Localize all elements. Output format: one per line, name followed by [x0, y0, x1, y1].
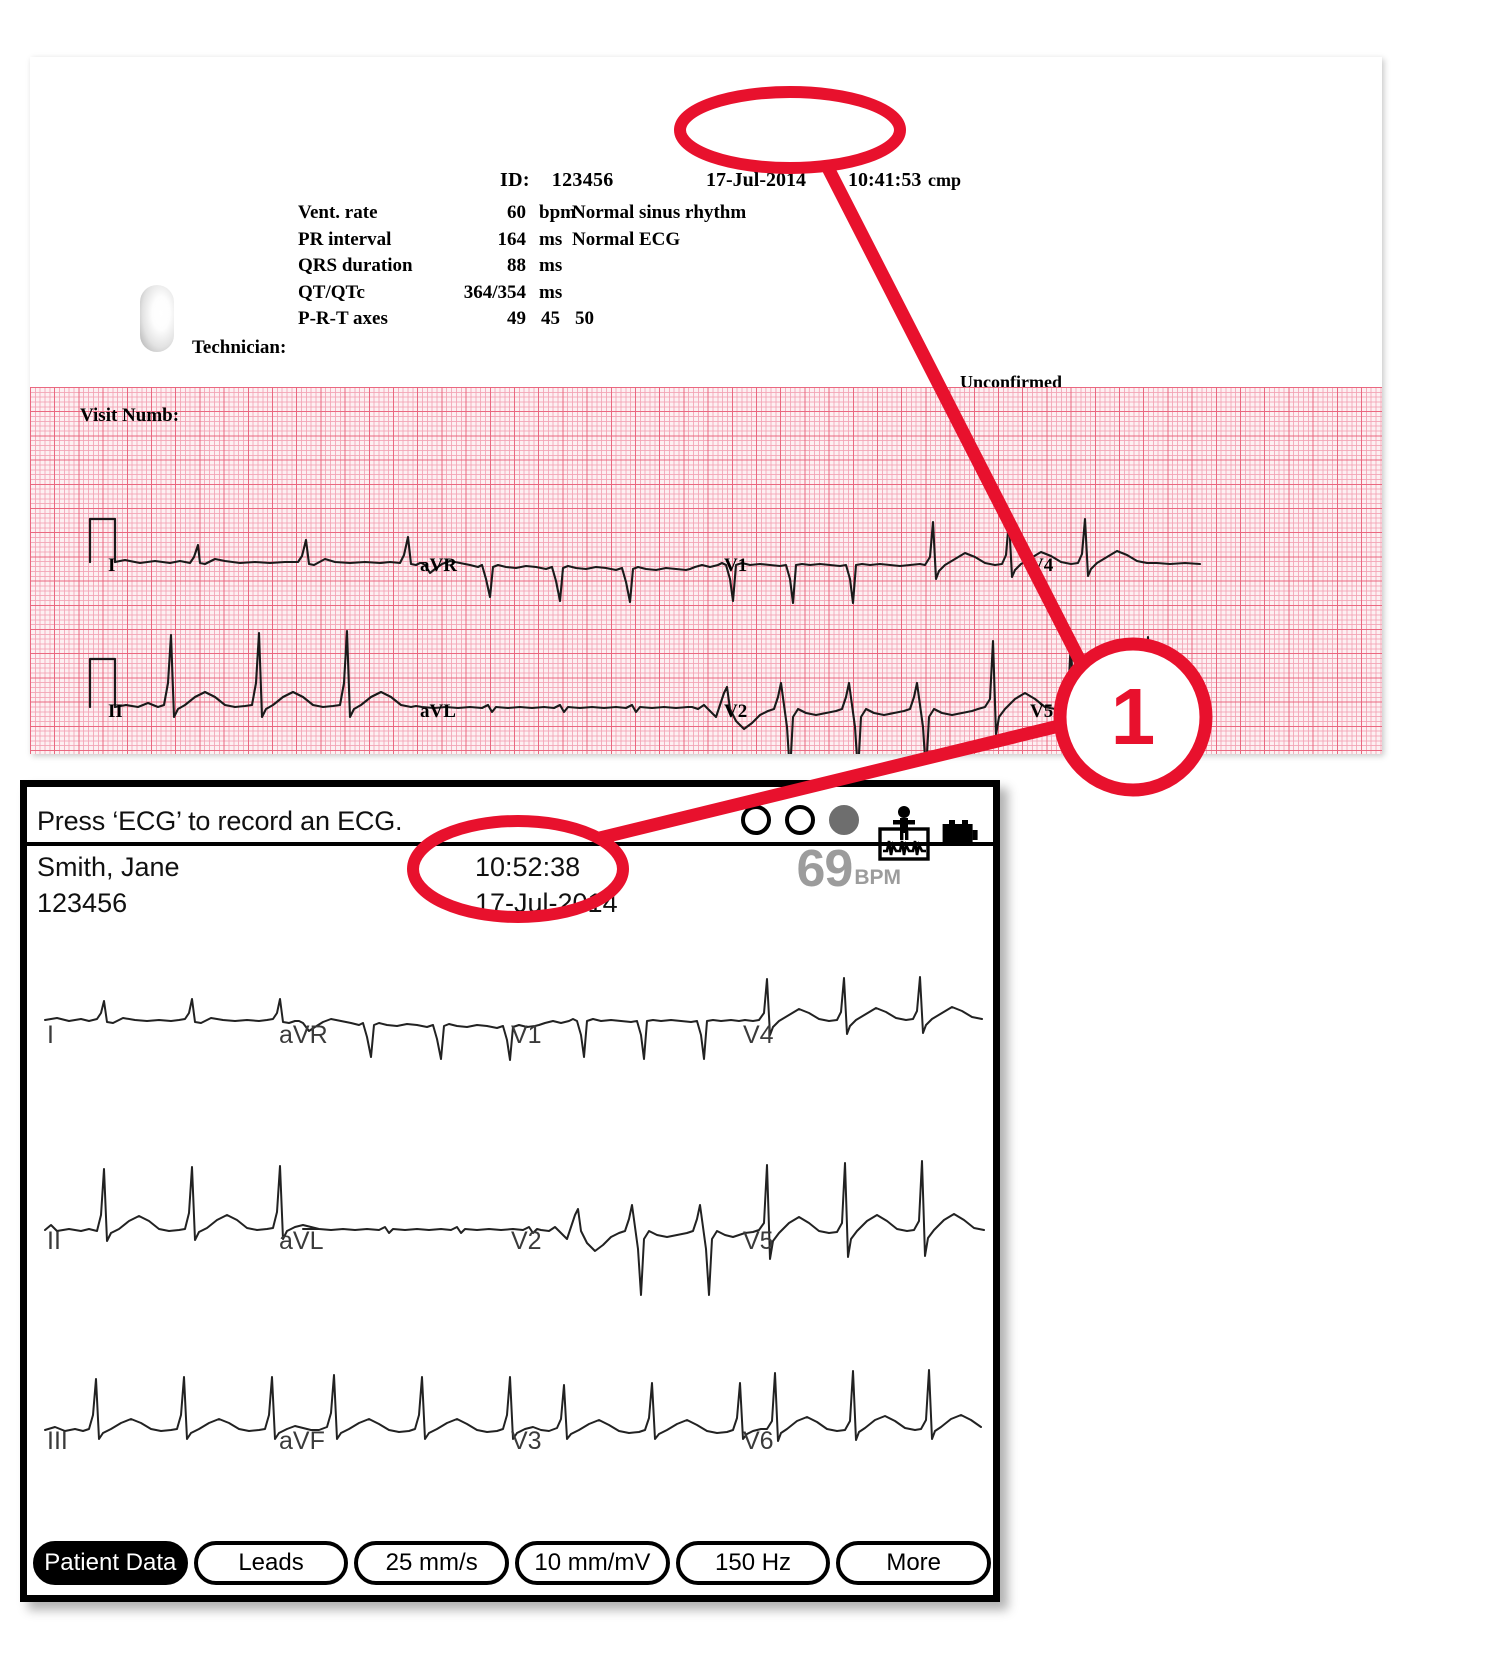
report-id-label: ID: [500, 169, 530, 191]
report-lead-label-V5: V5 [1030, 701, 1054, 722]
report-lead-label-aVL: aVL [420, 701, 456, 722]
measurement-value: 164 [497, 228, 527, 250]
measurement-value: 364/354 [463, 281, 526, 303]
measurement-unit: bpm [539, 202, 576, 223]
device-lead-label-III: III [47, 1427, 68, 1455]
device-lead-label-V1: V1 [511, 1021, 542, 1049]
measurement-name: PR interval [298, 228, 392, 250]
measurement-name: QRS duration [298, 255, 413, 277]
interpretation-line: Normal sinus rhythm [572, 202, 747, 223]
measurement-name: QT/QTc [298, 281, 365, 303]
device-patient-block: Smith, Jane 123456 [37, 849, 180, 921]
circle-outline-icon [785, 805, 815, 835]
annotation-callout-number: 1 [1110, 672, 1156, 761]
device-lead-label-I: I [47, 1021, 54, 1049]
axes-t: 50 [575, 308, 594, 330]
report-patient-id: ID: 123456 [500, 169, 614, 192]
interpretation-line: Normal ECG [572, 228, 681, 250]
circle-outline-icon [741, 805, 771, 835]
device-lead-label-V3: V3 [511, 1427, 542, 1455]
softkey-speed[interactable]: 25 mm/s [354, 1541, 510, 1585]
softkey-gain[interactable]: 10 mm/mV [515, 1541, 670, 1585]
device-softkey-bar: Patient Data Leads 25 mm/s 10 mm/mV 150 … [33, 1539, 992, 1587]
report-lead-label-V4: V4 [1030, 555, 1054, 576]
measurement-row: Vent. rate 60 bpm [298, 200, 594, 227]
axes-r: 45 [541, 308, 560, 330]
report-measurements-table: Vent. rate 60 bpm PR interval 164 ms QRS dur… [298, 200, 594, 333]
softkey-filter[interactable]: 150 Hz [675, 1541, 831, 1585]
screenshot-root: ID: 123456 17-Jul-2014 10:41:53 cmp Vent. … [0, 0, 1500, 1674]
circle-filled-icon [829, 805, 859, 835]
device-heart-rate: 69 BPM [796, 840, 901, 898]
device-lead-label-V5: V5 [743, 1227, 774, 1255]
device-lead-label-aVR: aVR [279, 1021, 328, 1049]
report-datetime: 17-Jul-2014 10:41:53 [706, 169, 921, 192]
axes-p: 49 [507, 308, 526, 330]
report-id-value: 123456 [551, 169, 614, 191]
softkey-patient-data[interactable]: Patient Data [33, 1541, 188, 1585]
redaction-blob [140, 285, 174, 352]
measurement-row: QT/QTc 364/354 ms [298, 280, 594, 307]
measurement-value: 60 [507, 202, 526, 223]
ecg-device-screen: Press ‘ECG’ to record an ECG. Smith, Jan… [20, 780, 1000, 1602]
axes-name: P-R-T axes [298, 308, 388, 330]
technician-label: Technician: [192, 337, 287, 358]
report-header: ID: 123456 17-Jul-2014 10:41:53 cmp Vent. … [30, 57, 1382, 392]
measurement-row: QRS duration 88 ms [298, 253, 594, 280]
device-patient-name: Smith, Jane [37, 852, 180, 882]
measurement-name: Vent. rate [298, 202, 378, 223]
device-lead-label-aVL: aVL [279, 1227, 324, 1255]
measurement-row: PR interval 164 ms [298, 227, 594, 254]
report-time: 10:41:53 [848, 169, 922, 191]
softkey-more[interactable]: More [836, 1541, 992, 1585]
device-lead-label-V4: V4 [743, 1021, 774, 1049]
axes-row: P-R-T axes 49 45 50 [298, 306, 594, 333]
device-lead-label-V2: V2 [511, 1227, 542, 1255]
measurement-value: 88 [507, 255, 526, 277]
report-cmp-label: cmp [928, 170, 961, 190]
report-interpretation: Normal sinus rhythm Normal ECG [572, 200, 746, 253]
device-lead-label-V6: V6 [743, 1427, 774, 1455]
device-time: 10:52:38 [475, 852, 581, 882]
report-lead-label-II: II [108, 701, 123, 722]
device-waveform-area: I aVR V1 V4 II aVL V2 V5 III aVF V3 V6 [27, 915, 993, 1535]
report-lead-label-V2: V2 [724, 701, 748, 722]
heart-rate-unit: BPM [854, 866, 901, 890]
printed-ecg-report: ID: 123456 17-Jul-2014 10:41:53 cmp Vent. … [30, 57, 1382, 754]
measurement-unit: ms [539, 281, 563, 303]
report-lead-label-I: I [108, 555, 116, 576]
device-ecg-traces [44, 976, 985, 1442]
heart-rate-value: 69 [796, 840, 853, 898]
report-lead-label-V1: V1 [724, 555, 748, 576]
measurement-unit: ms [539, 255, 563, 277]
softkey-leads[interactable]: Leads [193, 1541, 349, 1585]
report-lead-label-aVR: aVR [420, 555, 457, 576]
measurement-unit: ms [539, 228, 563, 250]
device-datetime-block: 10:52:38 17-Jul-2014 [475, 849, 618, 921]
device-lead-label-aVF: aVF [279, 1427, 325, 1455]
device-lead-label-II: II [47, 1227, 61, 1255]
report-date: 17-Jul-2014 [706, 169, 806, 191]
